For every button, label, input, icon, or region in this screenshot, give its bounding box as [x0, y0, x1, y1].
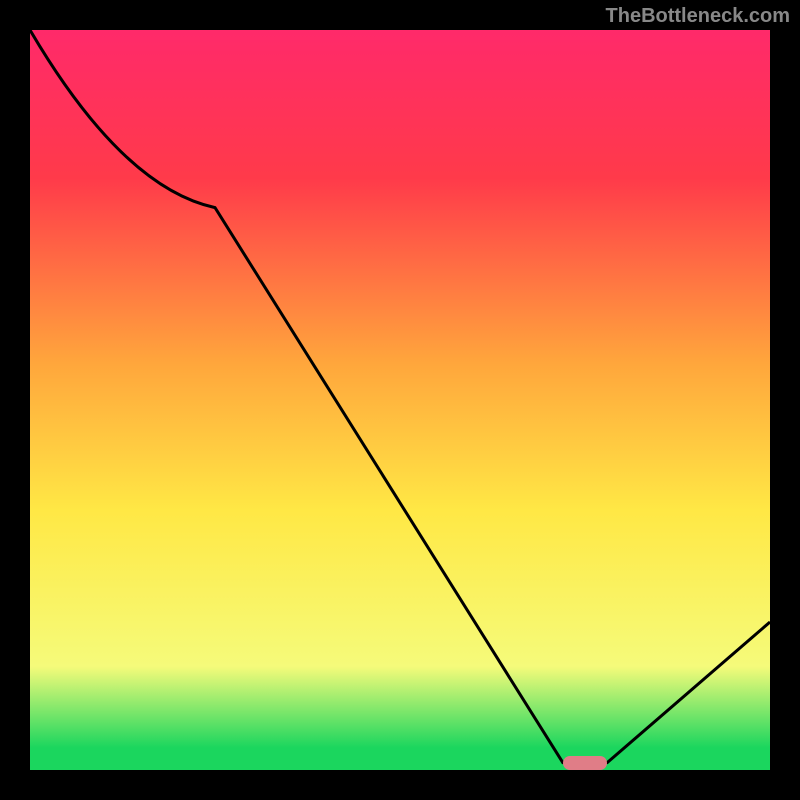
bottleneck-curve — [30, 30, 770, 770]
attribution-text: TheBottleneck.com — [606, 5, 790, 28]
plot-area — [30, 30, 770, 770]
optimal-marker — [563, 756, 607, 770]
chart-container: TheBottleneck.com — [0, 0, 800, 800]
